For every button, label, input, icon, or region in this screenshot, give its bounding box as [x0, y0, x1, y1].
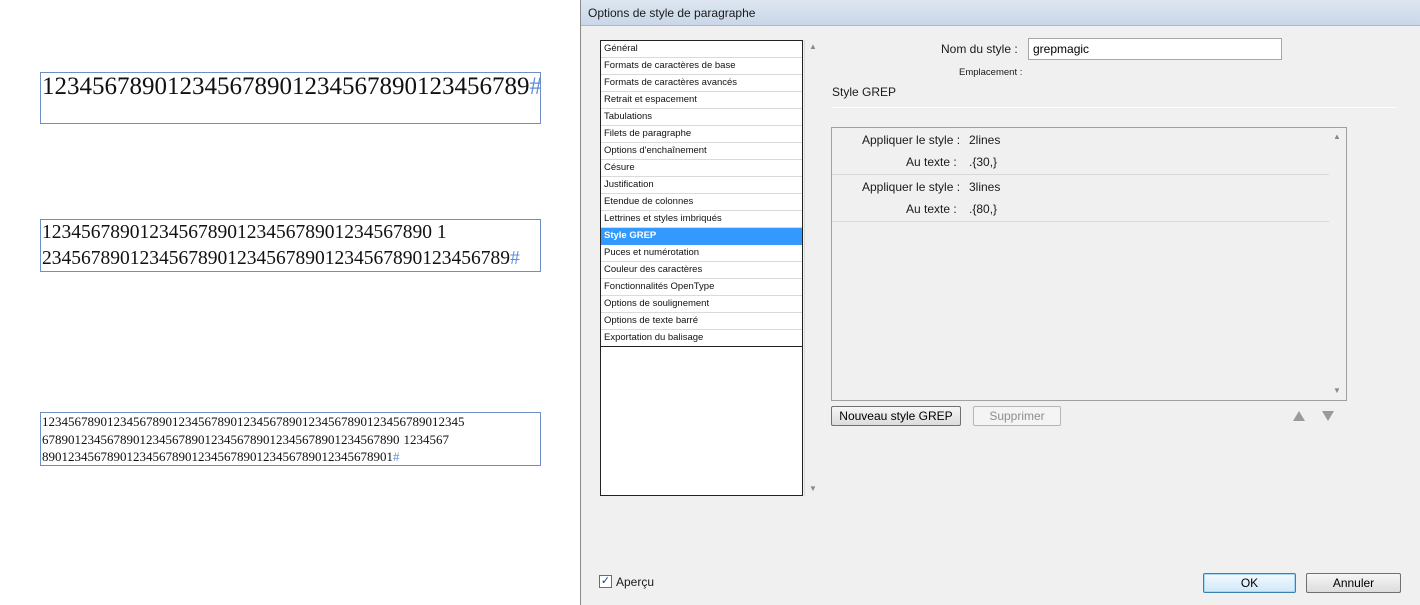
category-item[interactable]: Général	[601, 41, 802, 58]
move-up-arrow-icon[interactable]	[1293, 411, 1305, 421]
dialog-title: Options de style de paragraphe	[581, 0, 1420, 26]
category-item[interactable]: Exportation du balisage	[601, 330, 802, 347]
scroll-down-arrow-icon[interactable]: ▼	[805, 482, 821, 496]
delete-button[interactable]: Supprimer	[973, 406, 1061, 426]
location-label: Emplacement :	[959, 67, 1023, 78]
category-item[interactable]: Retrait et espacement	[601, 92, 802, 109]
preview-label[interactable]: Aperçu	[616, 575, 654, 589]
style-name-input[interactable]	[1028, 38, 1282, 60]
category-item[interactable]: Options d'enchaînement	[601, 143, 802, 160]
style-name-label: Nom du style :	[941, 42, 1018, 56]
frame-3-line-3: 8901234567890123456789012345678901234567…	[42, 449, 400, 464]
cancel-button[interactable]: Annuler	[1306, 573, 1401, 593]
grep-list-scrollbar[interactable]: ▲ ▼	[1329, 128, 1345, 400]
grep-rules-list[interactable]: Appliquer le style : 2lines Au texte : .…	[831, 127, 1347, 401]
end-of-story-marker: #	[393, 449, 400, 464]
category-item[interactable]: Couleur des caractères	[601, 262, 802, 279]
end-of-story-marker: #	[529, 73, 541, 100]
section-divider	[832, 107, 1397, 108]
to-text-value[interactable]: .{80,}	[969, 202, 997, 216]
preview-checkbox[interactable]: ✓	[599, 575, 612, 588]
move-down-arrow-icon[interactable]	[1322, 411, 1334, 421]
text-frame-3[interactable]: 1234567890123456789012345678901234567890…	[40, 412, 541, 466]
category-list-scrollbar[interactable]: ▲ ▼	[804, 40, 820, 496]
section-title: Style GREP	[832, 85, 897, 99]
category-item[interactable]: Lettrines et styles imbriqués	[601, 211, 802, 228]
scroll-up-arrow-icon[interactable]: ▲	[1329, 130, 1345, 144]
apply-style-value[interactable]: 3lines	[969, 180, 1000, 194]
text-frame-1[interactable]: 123456789012345678901234567890123456789#	[40, 72, 541, 124]
category-item[interactable]: Options de soulignement	[601, 296, 802, 313]
apply-style-value[interactable]: 2lines	[969, 133, 1000, 147]
frame-3-line-2: 6789012345678901234567890123456789012345…	[42, 431, 449, 447]
frame-3-line-1: 1234567890123456789012345678901234567890…	[42, 414, 465, 429]
grep-rule-item[interactable]: Appliquer le style : 3lines Au texte : .…	[832, 175, 1329, 222]
category-item-style-grep[interactable]: Style GREP	[601, 228, 802, 245]
to-text-label: Au texte :	[906, 155, 957, 169]
category-item[interactable]: Formats de caractères avancés	[601, 75, 802, 92]
frame-2-line-2: 2345678901234567890123456789012345678901…	[42, 248, 520, 269]
scroll-down-arrow-icon[interactable]: ▼	[1329, 384, 1345, 398]
grep-rule-item[interactable]: Appliquer le style : 2lines Au texte : .…	[832, 128, 1329, 175]
scroll-up-arrow-icon[interactable]: ▲	[805, 40, 821, 54]
apply-style-label: Appliquer le style :	[862, 133, 961, 147]
category-item[interactable]: Césure	[601, 160, 802, 177]
to-text-label: Au texte :	[906, 202, 957, 216]
apply-style-label: Appliquer le style :	[862, 180, 961, 194]
new-grep-style-button[interactable]: Nouveau style GREP	[831, 406, 961, 426]
category-item[interactable]: Justification	[601, 177, 802, 194]
frame-2-line-1: 1234567890123456789012345678901234567890…	[42, 222, 447, 243]
paragraph-style-options-dialog: Options de style de paragraphe Général F…	[580, 0, 1420, 605]
to-text-value[interactable]: .{30,}	[969, 155, 997, 169]
category-item[interactable]: Fonctionnalités OpenType	[601, 279, 802, 296]
ok-button[interactable]: OK	[1203, 573, 1296, 593]
end-of-story-marker: #	[510, 248, 520, 269]
frame-1-line-1: 123456789012345678901234567890123456789#	[42, 73, 541, 100]
category-item[interactable]: Formats de caractères de base	[601, 58, 802, 75]
category-list[interactable]: Général Formats de caractères de base Fo…	[600, 40, 803, 496]
category-item[interactable]: Etendue de colonnes	[601, 194, 802, 211]
category-item[interactable]: Options de texte barré	[601, 313, 802, 330]
category-item[interactable]: Puces et numérotation	[601, 245, 802, 262]
text-frame-2[interactable]: 1234567890123456789012345678901234567890…	[40, 219, 541, 272]
category-item[interactable]: Tabulations	[601, 109, 802, 126]
category-item[interactable]: Filets de paragraphe	[601, 126, 802, 143]
